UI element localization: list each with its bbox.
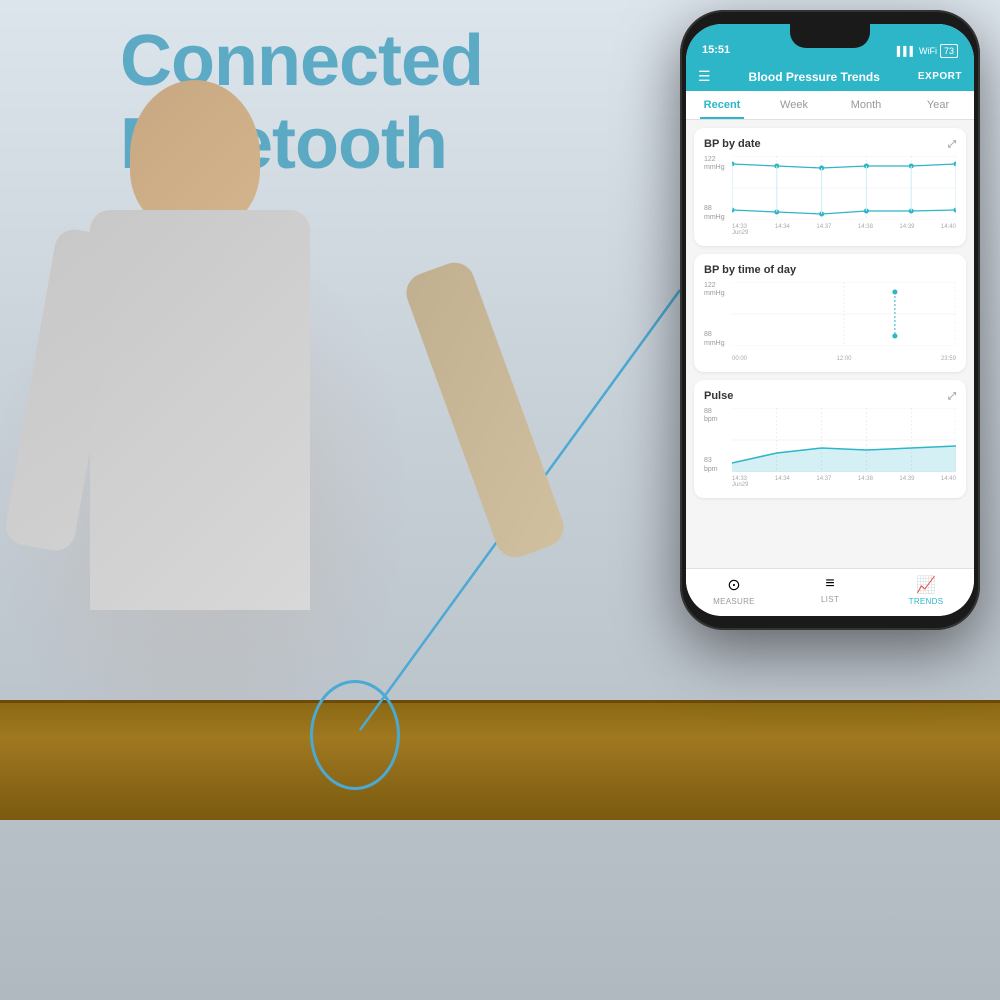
tab-month[interactable]: Month [830, 91, 902, 119]
pulse-svg-wrap [732, 408, 956, 472]
bp-date-card: BP by date ⤢ 122mmHg 88mmHg [694, 128, 966, 246]
person-head [130, 80, 260, 230]
nav-trends-label: TRENDS [878, 597, 974, 606]
pulse-title: Pulse ⤢ [704, 390, 956, 402]
trends-icon: 📈 [878, 575, 974, 595]
phone-screen: 15:51 ▌▌▌ WiFi 73 ☰ Blood Pressure Trend… [686, 24, 974, 616]
pulse-card: Pulse ⤢ 88bpm 83bpm [694, 380, 966, 498]
bp-date-y-bottom: 88mmHg [704, 205, 725, 222]
status-time: 15:51 [702, 44, 730, 58]
list-icon: ≡ [782, 575, 878, 593]
bp-time-chart-area: 122mmHg 88mmHg [704, 282, 956, 362]
pulse-x-labels: 14:33Jun29 14:34 14:37 14:38 14:39 14:40 [732, 476, 956, 488]
person-figure [0, 80, 600, 830]
pulse-y-bottom: 83bpm [704, 457, 718, 474]
bp-date-svg-wrap [732, 156, 956, 220]
battery-icon: 73 [940, 44, 958, 58]
nav-measure-label: MEASURE [686, 597, 782, 606]
bp-time-y-bottom: 88mmHg [704, 331, 725, 348]
bp-date-y-top: 122mmHg [704, 156, 725, 173]
wifi-icon: WiFi [919, 46, 937, 56]
bp-date-chart-area: 122mmHg 88mmHg [704, 156, 956, 236]
tab-week[interactable]: Week [758, 91, 830, 119]
bp-time-y-top: 122mmHg [704, 282, 725, 299]
status-icons: ▌▌▌ WiFi 73 [897, 44, 958, 58]
export-button[interactable]: EXPORT [918, 71, 962, 82]
bottom-nav: ⊙ MEASURE ≡ LIST 📈 TRENDS [686, 568, 974, 616]
bp-time-card: BP by time of day 122mmHg 88mmHg [694, 254, 966, 372]
bp-time-x-labels: 00:00 12:00 23:59 [732, 356, 956, 362]
tab-recent[interactable]: Recent [686, 91, 758, 119]
bp-time-title: BP by time of day [704, 264, 956, 276]
pulse-expand-icon[interactable]: ⤢ [948, 391, 956, 402]
tab-year[interactable]: Year [902, 91, 974, 119]
person-arm-right [401, 257, 569, 563]
header-title: Blood Pressure Trends [749, 70, 880, 84]
nav-measure[interactable]: ⊙ MEASURE [686, 575, 782, 606]
signal-icon: ▌▌▌ [897, 46, 916, 56]
pulse-y-top: 88bpm [704, 408, 718, 425]
bp-time-svg-wrap [732, 282, 956, 346]
bp-date-x-labels: 14:33Jun29 14:34 14:37 14:38 14:39 14:40 [732, 224, 956, 236]
app-header: ☰ Blood Pressure Trends EXPORT [686, 62, 974, 91]
phone-mockup: 15:51 ▌▌▌ WiFi 73 ☰ Blood Pressure Trend… [680, 10, 980, 630]
bp-date-title: BP by date ⤢ [704, 138, 956, 150]
measure-icon: ⊙ [686, 575, 782, 595]
pulse-chart-area: 88bpm 83bpm [704, 408, 956, 488]
app-content: BP by date ⤢ 122mmHg 88mmHg [686, 120, 974, 568]
menu-button[interactable]: ☰ [698, 68, 711, 85]
phone-notch [790, 24, 870, 48]
nav-list[interactable]: ≡ LIST [782, 575, 878, 606]
nav-trends[interactable]: 📈 TRENDS [878, 575, 974, 606]
nav-list-label: LIST [782, 595, 878, 604]
tabs-bar: Recent Week Month Year [686, 91, 974, 120]
bp-date-expand-icon[interactable]: ⤢ [948, 139, 956, 150]
person-body [90, 210, 310, 610]
